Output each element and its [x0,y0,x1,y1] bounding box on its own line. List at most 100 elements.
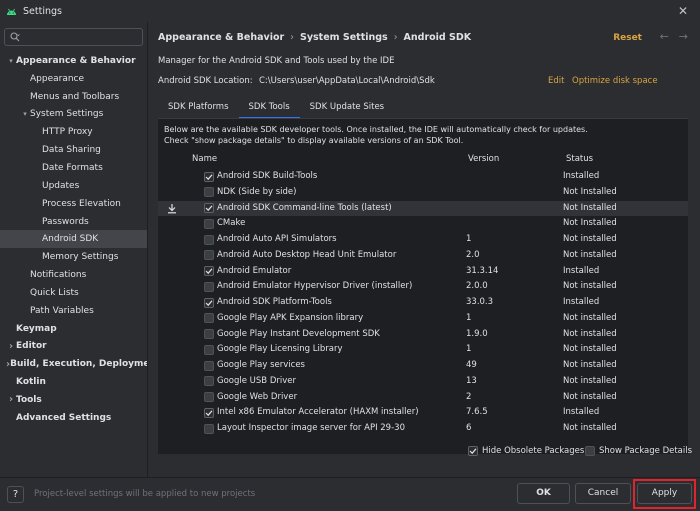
footer-note: Project-level settings will be applied t… [34,489,256,499]
help-button[interactable]: ? [7,486,24,503]
tool-status: Not Installed [563,186,617,197]
sidebar-item-label: Passwords [42,216,89,227]
sidebar-item[interactable]: Notifications [0,266,147,284]
tool-checkbox[interactable] [204,234,214,245]
table-row[interactable]: Intel x86 Emulator Accelerator (HAXM ins… [158,405,688,421]
tool-checkbox[interactable] [204,313,214,324]
tool-checkbox[interactable] [204,281,214,292]
tool-version: 33.0.3 [466,297,494,307]
cancel-button[interactable]: Cancel [575,483,631,504]
breadcrumb-separator: › [290,32,294,43]
tool-checkbox[interactable] [204,376,214,387]
tab-sdk-tools[interactable]: SDK Tools [238,97,300,119]
sidebar-item-label: Memory Settings [42,252,119,263]
chevron-down-icon[interactable]: ▾ [20,110,30,118]
table-row[interactable]: Google Play services 49 Not installed [158,358,688,374]
ok-button[interactable]: OK [517,483,570,504]
tool-checkbox[interactable] [204,187,214,198]
sidebar-item[interactable]: › Build, Execution, Deployment [0,355,160,373]
tool-name: Google Play APK Expansion library [217,312,364,323]
column-header-status[interactable]: Status [566,154,593,164]
table-row[interactable]: Google Play Licensing Library 1 Not instal… [158,342,688,358]
tool-version: 1 [466,312,472,323]
tool-checkbox[interactable] [204,297,214,308]
tool-checkbox[interactable] [204,250,214,261]
hide-obsolete-option[interactable]: Hide Obsolete Packages [468,446,584,456]
tool-checkbox[interactable] [204,423,214,434]
sdk-location-value: C:\Users\user\AppData\Local\Android\Sdk [259,76,435,86]
tool-name: Android Auto API Simulators [217,234,337,244]
breadcrumb-item: Android SDK [403,32,472,43]
sidebar-item[interactable]: ▾ Appearance & Behavior [0,52,147,70]
chevron-down-icon[interactable]: ▾ [6,57,16,65]
table-row[interactable]: Google Play APK Expansion library 1 Not in… [158,311,688,327]
table-row[interactable]: Google Web Driver 2 Not installed [158,390,688,406]
optimize-disk-space-link[interactable]: Optimize disk space [572,76,658,86]
table-row[interactable]: Android Emulator Hypervisor Driver (inst… [158,279,688,295]
tool-checkbox[interactable] [204,203,214,213]
tool-version: 1 [466,344,472,355]
sidebar-item[interactable]: Appearance [0,70,147,88]
sidebar-item[interactable]: Passwords [0,213,147,231]
sidebar-item[interactable]: Keymap [0,320,147,338]
sidebar-item[interactable]: Updates [0,177,147,195]
chevron-right-icon[interactable]: › [6,341,16,352]
table-row[interactable]: Android SDK Build-Tools Installed [158,169,688,185]
tool-checkbox[interactable] [204,360,214,371]
table-row[interactable]: NDK (Side by side) Not Installed [158,185,688,201]
column-header-version[interactable]: Version [468,154,499,164]
tool-checkbox[interactable] [204,266,214,276]
back-arrow-icon[interactable]: ← [660,30,669,43]
table-row[interactable]: Google USB Driver 13 Not installed [158,374,688,390]
reset-link[interactable]: Reset [613,33,642,43]
tool-name: CMake [217,218,246,229]
sidebar-item[interactable]: Path Variables [0,302,147,320]
edit-location-link[interactable]: Edit [548,76,564,86]
tool-checkbox[interactable] [204,329,214,339]
table-row[interactable]: Google Play Instant Development SDK 1.9.0… [158,327,688,343]
sidebar-item[interactable]: Data Sharing [0,141,147,159]
sidebar-item[interactable]: › Tools [0,391,147,409]
tool-checkbox[interactable] [204,407,214,418]
tool-checkbox[interactable] [204,344,214,355]
sidebar-item[interactable]: Date Formats [0,159,147,177]
sdk-tools-panel: Below are the available SDK developer to… [158,119,688,454]
sidebar-item[interactable]: Process Elevation [0,195,147,213]
forward-arrow-icon[interactable]: → [679,30,688,43]
tool-status: Installed [563,171,600,181]
table-row[interactable]: Android SDK Platform-Tools 33.0.3 Installe… [158,295,688,311]
sidebar-item[interactable]: Menus and Toolbars [0,88,147,106]
chevron-right-icon[interactable]: › [6,394,16,405]
settings-search-box[interactable] [4,28,143,46]
table-row[interactable]: Android Emulator 31.3.14 Installed [158,264,688,280]
sidebar-item[interactable]: Android SDK [0,230,147,249]
tool-name: Android SDK Command-line Tools (latest) [217,202,392,213]
close-window-button[interactable]: ✕ [676,4,690,18]
hide-obsolete-checkbox[interactable] [468,446,478,456]
table-row[interactable]: Android Auto Desktop Head Unit Emulator 2… [158,248,688,264]
tool-checkbox[interactable] [204,392,214,402]
show-details-checkbox[interactable] [585,446,595,456]
sidebar-item[interactable]: Quick Lists [0,284,147,302]
table-row[interactable]: CMake Not Installed [158,216,688,232]
apply-highlight-box [633,479,696,509]
sidebar-item[interactable]: Advanced Settings [0,409,147,427]
settings-search-input[interactable] [23,32,123,42]
show-details-option[interactable]: Show Package Details [585,446,692,456]
table-row[interactable]: Android SDK Command-line Tools (latest) N… [158,200,688,217]
sidebar-item[interactable]: HTTP Proxy [0,123,147,141]
tab-sdk-update-sites[interactable]: SDK Update Sites [300,97,394,119]
tool-name: Google Web Driver [217,391,298,402]
table-row[interactable]: Layout Inspector image server for API 29… [158,421,688,437]
sidebar-item[interactable]: Memory Settings [0,248,147,266]
sidebar-item[interactable]: › Editor [0,338,147,356]
sidebar-item[interactable]: ▾ System Settings [0,106,147,124]
tool-checkbox[interactable] [204,171,214,182]
column-header-name[interactable]: Name [192,154,217,164]
sdk-tools-info: Below are the available SDK developer to… [164,124,684,146]
sidebar-item[interactable]: Kotlin [0,373,147,391]
tool-version: 1.9.0 [466,328,488,339]
table-row[interactable]: Android Auto API Simulators 1 Not installe… [158,232,688,248]
tool-checkbox[interactable] [204,218,214,229]
tab-sdk-platforms[interactable]: SDK Platforms [158,97,239,119]
